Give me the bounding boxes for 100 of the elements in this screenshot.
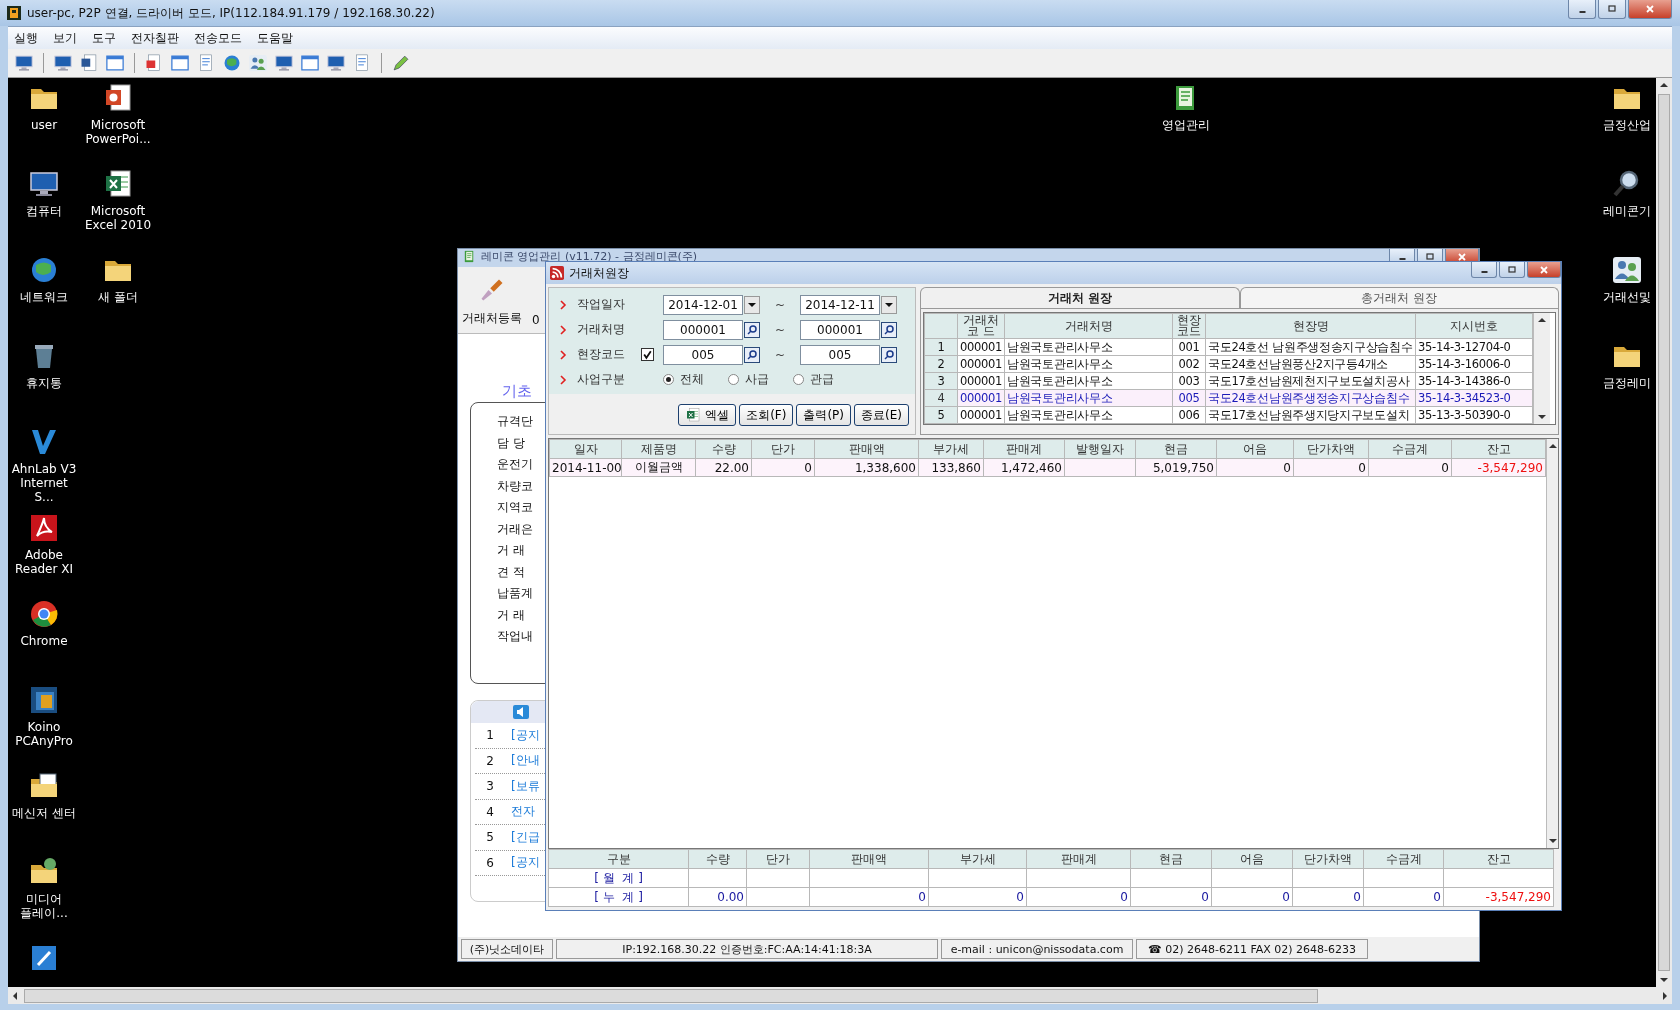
tab[interactable]: 거래처 원장 [920,287,1240,308]
people-icon[interactable] [1611,254,1643,286]
icon-label[interactable]: 레미콘기 [1592,204,1656,218]
notice-link[interactable]: [공지 [511,854,540,872]
option-label[interactable]: 전체 [680,371,704,388]
table-row[interactable]: 5 000001 남원국토관리사무소 006 국도17호선남원주생지당지구보도설치 35-13-3-50390-0 [924,406,1533,424]
icon-label[interactable]: 네트워크 [9,290,79,304]
option-label[interactable]: 사급 [745,371,769,388]
notice-link[interactable]: [보류 [511,777,540,795]
pencil-icon[interactable] [391,53,411,73]
input-field[interactable]: 000001 [800,319,880,340]
column-header[interactable]: 현장명 [1205,313,1416,339]
menu-item[interactable]: 전송모드 [188,29,251,47]
input-field[interactable]: 000001 [663,319,743,340]
window-icon[interactable] [300,53,320,73]
search-button[interactable] [881,346,897,363]
scrollbar[interactable] [1656,78,1672,987]
menu-item[interactable]: 도움말 [251,29,302,47]
app-icon[interactable] [28,512,60,544]
maximize-button[interactable] [1598,0,1626,19]
column-header[interactable]: 단가 [751,439,815,459]
icon-label[interactable]: 휴지통 [9,376,79,390]
menu-item[interactable]: 보기 [47,29,86,47]
table-row[interactable]: 3 000001 남원국토관리사무소 003 국도17호선남원제천지구보도설치공사 35-14-3-14386-0 [924,372,1533,390]
date-field[interactable]: 2014-12-01 [663,294,743,315]
monitor-icon[interactable] [14,53,34,73]
column-header[interactable]: 현금 [1135,439,1217,459]
minimize-button[interactable] [1471,262,1497,278]
tab[interactable]: 총거래처 원장 [1239,287,1559,308]
window-icon[interactable] [105,53,125,73]
excel-button[interactable]: 엑셀 [678,404,737,426]
monitor-icon[interactable] [326,53,346,73]
column-header[interactable]: 거래처 코 드 [957,313,1005,339]
icon-label[interactable]: 새 폴더 [83,290,153,304]
column-header[interactable]: 일자 [549,439,622,459]
notice-link[interactable]: [공지 [511,726,540,744]
menu-item[interactable]: 전자칠판 [125,29,188,47]
icon-label[interactable]: Microsoft Excel 2010 [83,204,153,232]
column-header[interactable]: 거래처명 [1004,313,1173,339]
table-row[interactable]: 1 000001 남원국토관리사무소 001 국도24호선 남원주생정송지구상습침수 35-14-3-12704-0 [924,338,1533,356]
search-button[interactable] [881,321,897,338]
column-header[interactable]: 제품명 [621,439,696,459]
icon-label[interactable]: Adobe Reader XI [9,548,79,576]
close-button[interactable] [1628,0,1672,19]
notice-link[interactable]: [안내 [511,752,540,770]
column-header[interactable]: 부가세 [918,439,984,459]
column-header[interactable]: 잔고 [1451,439,1546,459]
icon-label[interactable]: Koino PCAnyPro [9,720,79,748]
option-label[interactable]: 관급 [810,371,834,388]
radio-button[interactable] [793,374,804,385]
icon-label[interactable]: 거래선및 [1592,290,1656,304]
document-icon[interactable] [79,53,99,73]
icon-label[interactable]: Chrome [9,634,79,648]
table-row[interactable]: 4 000001 남원국토관리사무소 005 국도24호선남원주생정송지구상습침수 35-14-3-34523-0 [924,389,1533,407]
toolbar-button[interactable]: 거래처등록 [462,310,522,327]
icon-label[interactable]: 영업관리 [1151,118,1221,132]
icon-label[interactable]: 미디어 플레이... [9,892,79,920]
column-header[interactable]: 판매액 [814,439,919,459]
icon-label[interactable]: 컴퓨터 [9,204,79,218]
window-icon[interactable] [170,53,190,73]
checkbox[interactable] [641,348,654,361]
column-header[interactable]: 판매계 [983,439,1065,459]
icon-label[interactable]: Microsoft PowerPoi... [83,118,153,146]
date-field[interactable]: 2014-12-11 [800,294,880,315]
notice-link[interactable]: 전자 [511,803,535,821]
column-header[interactable]: 어음 [1216,439,1294,459]
monitor-icon[interactable] [274,53,294,73]
column-header[interactable]: 지시번호 [1415,313,1533,339]
close-button[interactable] [1527,262,1561,278]
icon-label[interactable]: 메신저 센터 [9,806,79,820]
input-field[interactable]: 005 [663,344,743,365]
column-header[interactable]: 단가차액 [1293,439,1369,459]
icon-label[interactable]: AhnLab V3 Internet S... [9,462,79,504]
action-button[interactable]: 종료(E) [854,404,909,426]
globe-icon[interactable] [222,53,242,73]
column-header[interactable]: 수량 [695,439,752,459]
column-header[interactable]: 발행일자 [1064,439,1136,459]
table-row[interactable]: 2 000001 남원국토관리사무소 002 국도24호선남원풍산2지구등4개소 35-14-3-16006-0 [924,355,1533,373]
search-button[interactable] [744,346,760,363]
monitor-icon[interactable] [53,53,73,73]
app-icon[interactable] [28,684,60,716]
app-icon[interactable] [28,598,60,630]
menu-item[interactable]: 도구 [86,29,125,47]
column-header[interactable]: 수금계 [1368,439,1452,459]
icon-label[interactable]: 금정산업 [1592,118,1656,132]
search-button[interactable] [744,321,760,338]
action-button[interactable]: 조회(F) [739,404,794,426]
scrollbar[interactable] [1546,439,1558,848]
dropdown-button[interactable] [881,295,897,314]
dropdown-button[interactable] [744,295,760,314]
input-field[interactable]: 005 [800,344,880,365]
action-button[interactable]: 출력(P) [796,404,852,426]
menu-item[interactable]: 실행 [8,29,47,47]
radio-button[interactable] [728,374,739,385]
scrollbar[interactable] [8,987,1672,1004]
toolbar-button[interactable]: 0 [532,313,540,327]
icon-label[interactable]: user [9,118,79,132]
maximize-button[interactable] [1499,262,1525,278]
radio-button[interactable] [663,374,674,385]
column-header[interactable]: 현장 코드 [1172,313,1206,339]
